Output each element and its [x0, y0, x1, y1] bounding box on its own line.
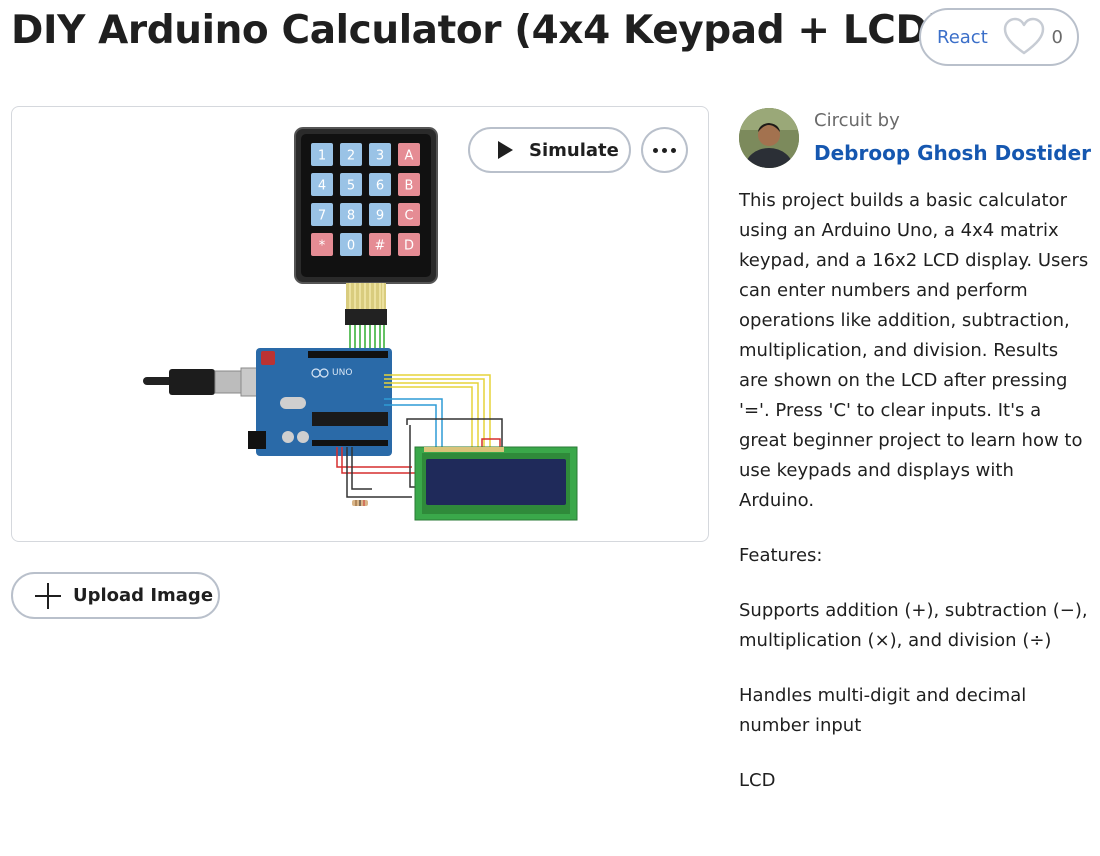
keypad-key-label: B — [405, 179, 414, 194]
heart-icon — [1002, 17, 1046, 57]
simulate-button[interactable]: Simulate — [468, 127, 631, 173]
board-label: UNO — [332, 368, 352, 378]
resistor — [352, 500, 368, 506]
keypad-key-label: A — [405, 149, 414, 164]
play-icon — [498, 141, 513, 159]
upload-image-label: Upload Image — [73, 585, 214, 606]
upload-image-button[interactable]: Upload Image — [11, 572, 220, 619]
lcd-16x2 — [414, 446, 578, 521]
simulate-label: Simulate — [529, 139, 619, 161]
react-label: React — [937, 26, 988, 48]
author-name-link[interactable]: Debroop Ghosh Dostider — [814, 141, 1091, 165]
circuit-by-label: Circuit by — [814, 110, 900, 131]
features-heading: Features: — [739, 545, 823, 566]
keypad-key-label: 2 — [347, 149, 355, 164]
author-avatar[interactable] — [739, 108, 799, 168]
description-paragraph: This project builds a basic calculator u… — [739, 190, 1089, 511]
keypad-key-label: 9 — [376, 209, 384, 224]
keypad-key-label: 4 — [318, 179, 326, 194]
keypad-key-label: 7 — [318, 209, 326, 224]
keypad-key-label: 6 — [376, 179, 384, 194]
page-title: DIY Arduino Calculator (4x4 Keypad + LCD… — [11, 8, 945, 53]
plus-icon — [35, 582, 61, 609]
usb-cable — [143, 367, 274, 397]
keypad-key-label: D — [404, 239, 414, 254]
react-count: 0 — [1051, 26, 1063, 48]
arduino-uno-board: UNO — [248, 348, 392, 456]
feature-item: Supports addition (+), subtraction (−), … — [739, 600, 1088, 651]
keypad-key-label: 8 — [347, 209, 355, 224]
keypad-key-label: # — [375, 239, 386, 254]
feature-item: LCD — [739, 770, 776, 791]
keypad-key-label: * — [319, 239, 326, 254]
keypad-key-label: C — [404, 209, 413, 224]
more-options-button[interactable] — [641, 127, 688, 173]
keypad-4x4: 1 2 3 A 4 5 6 B 7 8 9 C * 0 # D — [294, 127, 438, 325]
keypad-key-label: 0 — [347, 239, 355, 254]
description: This project builds a basic calculator u… — [739, 186, 1089, 821]
feature-item: Handles multi-digit and decimal number i… — [739, 685, 1027, 736]
keypad-key-label: 3 — [376, 149, 384, 164]
more-dots-icon — [653, 147, 658, 153]
keypad-key-label: 1 — [318, 149, 326, 164]
keypad-key-label: 5 — [347, 179, 355, 194]
react-button[interactable]: React 0 — [919, 8, 1079, 66]
